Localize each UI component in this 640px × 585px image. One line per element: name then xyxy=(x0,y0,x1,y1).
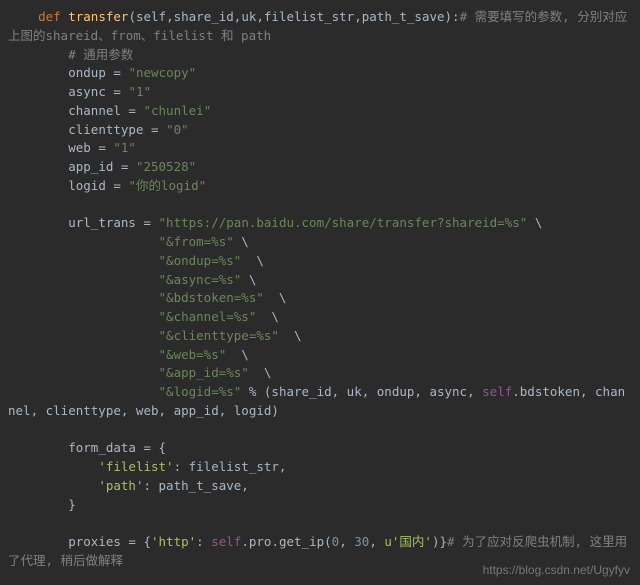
assign-app-id: app_id = "250528" xyxy=(68,159,196,174)
assign-url-trans: url_trans = "https://pan.baidu.com/share… xyxy=(8,215,542,399)
line-def: def transfer(self,share_id,uk,filelist_s… xyxy=(8,9,627,43)
assign-ondup: ondup = "newcopy" xyxy=(68,65,196,80)
assign-channel: channel = "chunlei" xyxy=(68,103,211,118)
assign-proxies: proxies = {'http': self.pro.get_ip(0, 30… xyxy=(68,534,447,549)
comment-common: # 通用参数 xyxy=(68,47,133,62)
watermark: https://blog.csdn.net/Ugyfyv xyxy=(483,561,630,579)
assign-form-data: form_data = { 'filelist': filelist_str, … xyxy=(8,440,286,511)
keyword-def: def xyxy=(38,9,61,24)
assign-logid: logid = "你的logid" xyxy=(68,178,206,193)
self-keyword: self xyxy=(482,384,512,399)
params: self,share_id,uk,filelist_str,path_t_sav… xyxy=(136,9,445,24)
function-name: transfer xyxy=(68,9,128,24)
code-block: def transfer(self,share_id,uk,filelist_s… xyxy=(0,8,640,571)
assign-clienttype: clienttype = "0" xyxy=(68,122,188,137)
assign-web: web = "1" xyxy=(68,140,136,155)
assign-async: async = "1" xyxy=(68,84,151,99)
